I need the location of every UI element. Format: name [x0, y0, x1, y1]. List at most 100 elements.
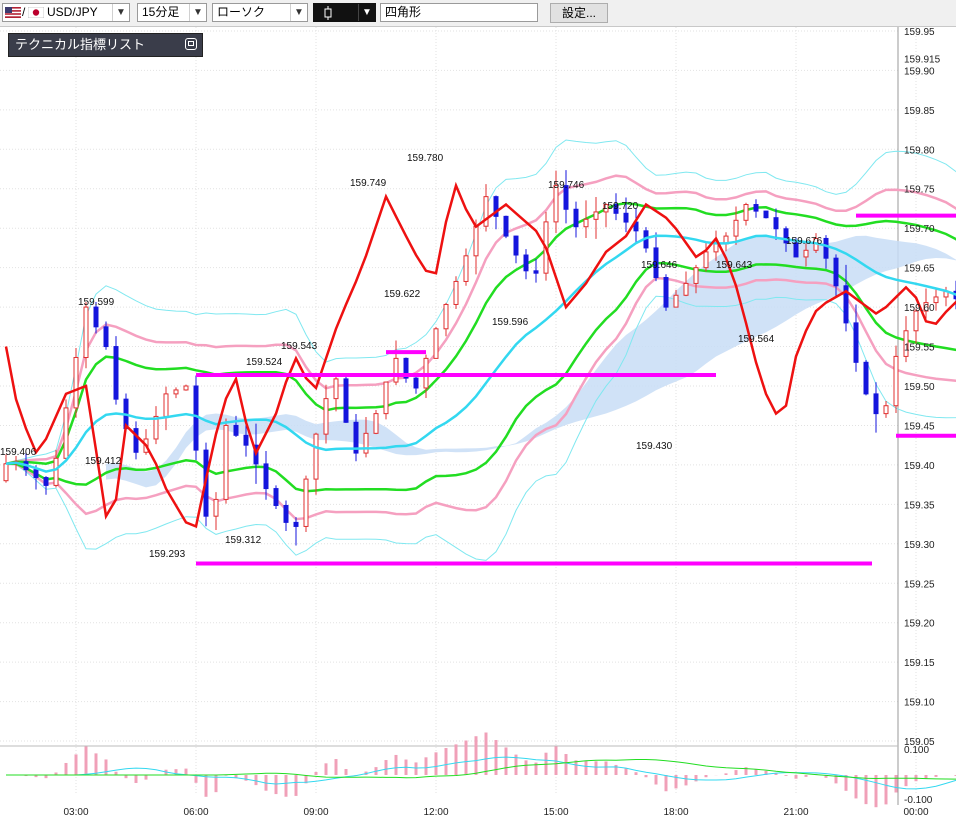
candle-body: [213, 498, 219, 517]
price-tick-label: 159.60: [904, 303, 935, 314]
chart-style-select[interactable]: ローソク ▼: [212, 3, 308, 22]
candle-body: [33, 469, 39, 479]
chevron-down-icon: ▼: [189, 4, 206, 21]
jp-flag-icon: [28, 7, 44, 18]
candle-body: [663, 277, 669, 308]
price-annotation: 159.780: [407, 153, 444, 164]
price-tick-label: 159.10: [904, 698, 935, 709]
restore-icon[interactable]: [185, 38, 197, 50]
time-tick-label: 12:00: [423, 807, 448, 818]
candle-icon: [324, 6, 332, 20]
candle-body: [93, 306, 99, 328]
candle-body: [343, 378, 349, 423]
indicator-list-title: テクニカル指標リスト: [15, 37, 146, 52]
candle-body: [883, 405, 889, 415]
candle-body: [763, 210, 769, 219]
price-tick-label: 159.25: [904, 579, 935, 590]
candle-body: [83, 306, 89, 359]
time-tick-label: 21:00: [783, 807, 808, 818]
candle-body: [233, 424, 239, 436]
price-annotation: 159.596: [492, 317, 529, 328]
timeframe-select[interactable]: 15分足 ▼: [137, 3, 207, 22]
candle-body: [73, 357, 79, 409]
settings-button[interactable]: 設定...: [550, 3, 608, 23]
candle-body: [313, 433, 319, 480]
price-annotation: 159.599: [78, 297, 115, 308]
candle-body: [283, 504, 289, 523]
candle-body: [433, 328, 439, 359]
price-annotation: 159.312: [225, 535, 262, 546]
candle-body: [523, 254, 529, 272]
price-tick-label: 159.95: [904, 27, 935, 38]
chart-toolbar: / USD/JPY ▼ 15分足 ▼ ローソク ▼ ▼ 四角形 設定...: [0, 0, 956, 27]
price-annotation: 159.543: [281, 341, 318, 352]
candle-body: [53, 457, 59, 486]
candle-body: [853, 322, 859, 363]
symbol-label: USD/JPY: [47, 5, 98, 19]
time-tick-label: 06:00: [183, 807, 208, 818]
price-annotation: 159.622: [384, 289, 421, 300]
symbol-select[interactable]: / USD/JPY ▼: [2, 3, 130, 22]
candle-body: [693, 267, 699, 284]
candle-body: [593, 211, 599, 220]
price-tick-label: 159.75: [904, 185, 935, 196]
timeframe-label: 15分足: [142, 5, 180, 19]
price-tick-label: 159.15: [904, 658, 935, 669]
candle-body: [173, 389, 179, 395]
candle-body: [873, 393, 879, 415]
candle-body: [733, 219, 739, 237]
price-tick-label: 159.915: [904, 55, 941, 66]
candle-body: [933, 296, 939, 304]
candle-body: [183, 385, 189, 391]
price-annotation: 159.746: [548, 180, 585, 191]
price-tick-label: 159.70: [904, 224, 935, 235]
candle-body: [473, 225, 479, 257]
price-tick-label: 159.30: [904, 540, 935, 551]
candle-body: [453, 280, 459, 305]
candle-body: [243, 434, 249, 446]
price-tick-label: 159.65: [904, 264, 935, 275]
chart-grid: [0, 27, 917, 805]
price-tick-label: 159.40: [904, 461, 935, 472]
chevron-down-icon: ▼: [290, 4, 307, 21]
price-tick-label: 159.45: [904, 421, 935, 432]
candle-body: [273, 488, 279, 506]
price-annotation: 159.293: [149, 549, 186, 560]
price-annotation: 159.643: [716, 260, 753, 271]
price-tick-label: 159.55: [904, 343, 935, 354]
candle-body: [443, 303, 449, 330]
price-annotation: 159.406: [0, 447, 37, 458]
candle-body: [753, 204, 759, 212]
price-annotation: 159.720: [602, 201, 639, 212]
price-annotation: 159.749: [350, 178, 387, 189]
candle-body: [193, 385, 199, 451]
draw-tool-select[interactable]: ▼: [313, 3, 376, 22]
price-annotation: 159.564: [738, 334, 775, 345]
time-axis: 03:00 06:00 09:00 12:00 15:00 18:00 21:00 00:00…: [63, 807, 928, 818]
candle-body: [413, 377, 419, 389]
price-tick-label: 159.20: [904, 619, 935, 630]
candle-body: [293, 521, 299, 527]
time-tick-label: 18:00: [663, 807, 688, 818]
candle-body: [533, 270, 539, 274]
candle-body: [163, 393, 169, 417]
candle-body: [803, 249, 809, 258]
technical-indicator-list[interactable]: テクニカル指標リスト: [8, 33, 203, 57]
candle-body: [363, 432, 369, 454]
candle-body: [893, 355, 899, 407]
price-chart[interactable]: 159.406 159.599 159.412 159.293 159.524 159.3…: [0, 0, 956, 820]
price-annotation: 159.430: [636, 441, 673, 452]
candle-body: [823, 237, 829, 259]
shape-field[interactable]: 四角形: [380, 3, 538, 22]
candle-body: [263, 463, 269, 490]
candle-body: [513, 235, 519, 256]
candle-body: [683, 282, 689, 296]
candle-body: [43, 477, 49, 486]
price-annotation: 159.524: [246, 357, 283, 368]
price-annotation: 159.646: [641, 260, 678, 271]
candle-body: [323, 398, 329, 435]
price-tick-label: 159.50: [904, 382, 935, 393]
time-tick-label: 00:00: [903, 807, 928, 818]
chevron-down-icon: ▼: [112, 4, 129, 21]
candle-body: [833, 257, 839, 287]
